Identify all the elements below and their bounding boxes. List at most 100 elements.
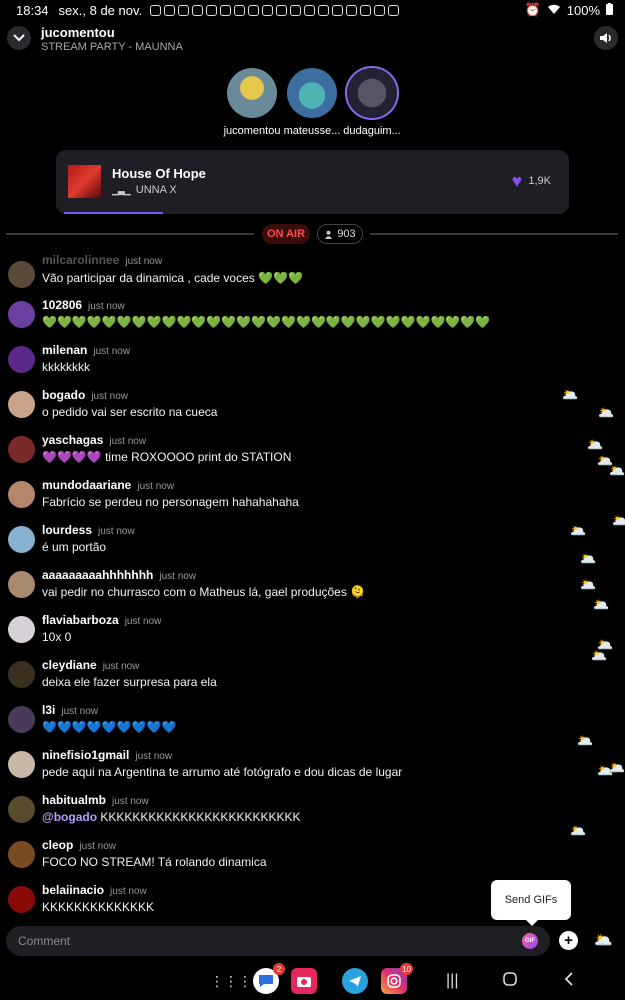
chat-timestamp: just now <box>159 571 197 582</box>
chat-username[interactable]: cleydiane <box>42 658 97 672</box>
chat-message: lourdess just now é um portão <box>8 520 568 564</box>
chat-username[interactable]: milcarolinnee <box>42 255 119 267</box>
track-artist: UNNA X <box>135 184 177 196</box>
chat-timestamp: just now <box>112 796 149 807</box>
cloud-reaction-button[interactable]: 🌥️ <box>594 931 613 949</box>
chat-username[interactable]: flaviabarboza <box>42 613 119 627</box>
chat-username[interactable]: milenan <box>42 343 87 357</box>
chat-text: kkkkkkkk <box>42 360 90 374</box>
avatar[interactable] <box>8 481 35 508</box>
avatar[interactable] <box>8 391 35 418</box>
avatar[interactable] <box>8 261 35 288</box>
avatar[interactable] <box>8 796 35 823</box>
avatar[interactable] <box>8 751 35 778</box>
avatar[interactable] <box>8 886 35 913</box>
chat-message: belaiinacio just now KKKKKKKKKKKKKK <box>8 880 568 920</box>
chat-text: é um portão <box>42 540 107 554</box>
chat-text: 10x 0 <box>42 630 72 644</box>
chat-text: Fabrício se perdeu no personagem hahahah… <box>42 495 299 509</box>
like-button[interactable]: ♥ 1,9K <box>512 172 551 190</box>
chat-timestamp: just now <box>102 661 140 672</box>
chat-text: 💙💙💙💙💙💙💙💙💙 <box>42 720 177 734</box>
battery-level: 100% <box>566 2 600 18</box>
status-time: 18:34 <box>16 2 49 18</box>
cloud-reaction-icon: 🌥️ <box>587 437 604 452</box>
chat-feed[interactable]: milcarolinnee just now Vão participar da … <box>0 255 625 920</box>
alarm-icon: ⏰ <box>524 2 541 17</box>
chat-username[interactable]: habitualmb <box>42 793 106 807</box>
messages-app-icon[interactable]: 2 <box>253 963 285 994</box>
gif-button[interactable]: GIF <box>522 933 538 949</box>
chat-timestamp: just now <box>88 301 125 312</box>
home-icon[interactable] <box>503 972 517 991</box>
chat-text: FOCO NO STREAM! Tá rolando dinamica <box>42 855 267 869</box>
avatar[interactable] <box>8 616 35 643</box>
cloud-reaction-icon: 🌥️ <box>570 823 587 838</box>
telegram-app-icon[interactable] <box>342 968 368 994</box>
chat-message: mundodaariane just now Fabrício se perdeu… <box>8 475 568 519</box>
divider <box>370 233 618 235</box>
avatar[interactable] <box>8 706 35 733</box>
comment-input[interactable] <box>18 932 498 950</box>
now-playing-card[interactable]: House Of Hope ▁▃▁ UNNA X ♥ 1,9K <box>56 150 569 214</box>
notification-icon <box>304 4 316 16</box>
chat-message: aaaaaaaaahhhhhhh just now vai pedir no ch… <box>8 565 568 609</box>
chat-username[interactable]: lourdess <box>42 523 92 537</box>
notification-icon <box>206 4 218 16</box>
chat-username[interactable]: cleop <box>42 838 73 852</box>
chat-timestamp: just now <box>91 391 129 402</box>
collapse-button[interactable] <box>7 26 31 50</box>
apps-grid-icon[interactable]: ⋮⋮⋮ <box>210 968 252 994</box>
chat-username[interactable]: bogado <box>42 388 85 402</box>
participants-row: jucomentou mateusse... dudaguim... <box>0 68 625 140</box>
notification-icons <box>150 4 400 16</box>
cloud-reaction-icon: 🌥️ <box>591 648 608 663</box>
chat-username[interactable]: belaiinacio <box>42 883 104 897</box>
chat-username[interactable]: l3i <box>42 703 55 717</box>
notification-icon <box>234 4 246 16</box>
notification-icon <box>248 4 260 16</box>
participant[interactable]: dudaguim... <box>332 68 412 137</box>
chat-username[interactable]: ninefisio1gmail <box>42 748 129 762</box>
avatar[interactable] <box>8 346 35 373</box>
camera-app-icon[interactable] <box>291 968 317 994</box>
host-name[interactable]: jucomentou <box>41 25 115 40</box>
chat-text: deixa ele fazer surpresa para ela <box>42 675 217 689</box>
cloud-reaction-icon: 🌥️ <box>593 597 610 612</box>
cloud-reaction-icon: 🌥️ <box>580 577 597 592</box>
viewer-count-badge[interactable]: 903 <box>317 224 363 244</box>
battery-icon <box>606 2 613 18</box>
chat-timestamp: just now <box>125 256 163 267</box>
chat-username[interactable]: 102806 <box>42 298 82 312</box>
instagram-app-icon[interactable]: 10 <box>381 963 413 994</box>
avatar[interactable] <box>8 661 35 688</box>
avatar[interactable] <box>8 436 35 463</box>
cloud-reaction-icon: 🌥️ <box>562 387 579 402</box>
avatar <box>227 68 277 118</box>
mention-link[interactable]: @bogado <box>42 810 97 824</box>
avatar[interactable] <box>8 526 35 553</box>
notification-icon <box>388 4 400 16</box>
avatar[interactable] <box>8 301 35 328</box>
party-subtitle: STREAM PARTY - MAUNNA <box>41 41 183 53</box>
back-icon[interactable] <box>564 972 574 991</box>
notification-icon <box>360 4 372 16</box>
notification-icon <box>318 4 330 16</box>
chat-username[interactable]: mundodaariane <box>42 478 131 492</box>
avatar[interactable] <box>8 841 35 868</box>
status-bar: 18:34 sex., 8 de nov. ⏰ 100% <box>0 0 625 20</box>
avatar <box>347 68 397 118</box>
cloud-reaction-icon: 🌥️ <box>577 733 594 748</box>
recent-apps-icon[interactable]: ||| <box>446 972 458 990</box>
volume-button[interactable] <box>594 26 618 50</box>
add-button[interactable]: + <box>559 931 578 950</box>
notification-icon <box>178 4 190 16</box>
chat-message: milcarolinnee just now Vão participar da … <box>8 255 568 299</box>
wifi-icon <box>547 3 561 18</box>
cloud-reaction-icon: 🌥️ <box>609 463 625 478</box>
avatar[interactable] <box>8 571 35 598</box>
chat-timestamp: just now <box>109 436 147 447</box>
chat-text: Vão participar da dinamica , cade voces … <box>42 271 303 285</box>
chat-username[interactable]: aaaaaaaaahhhhhhh <box>42 568 153 582</box>
chat-username[interactable]: yaschagas <box>42 433 103 447</box>
